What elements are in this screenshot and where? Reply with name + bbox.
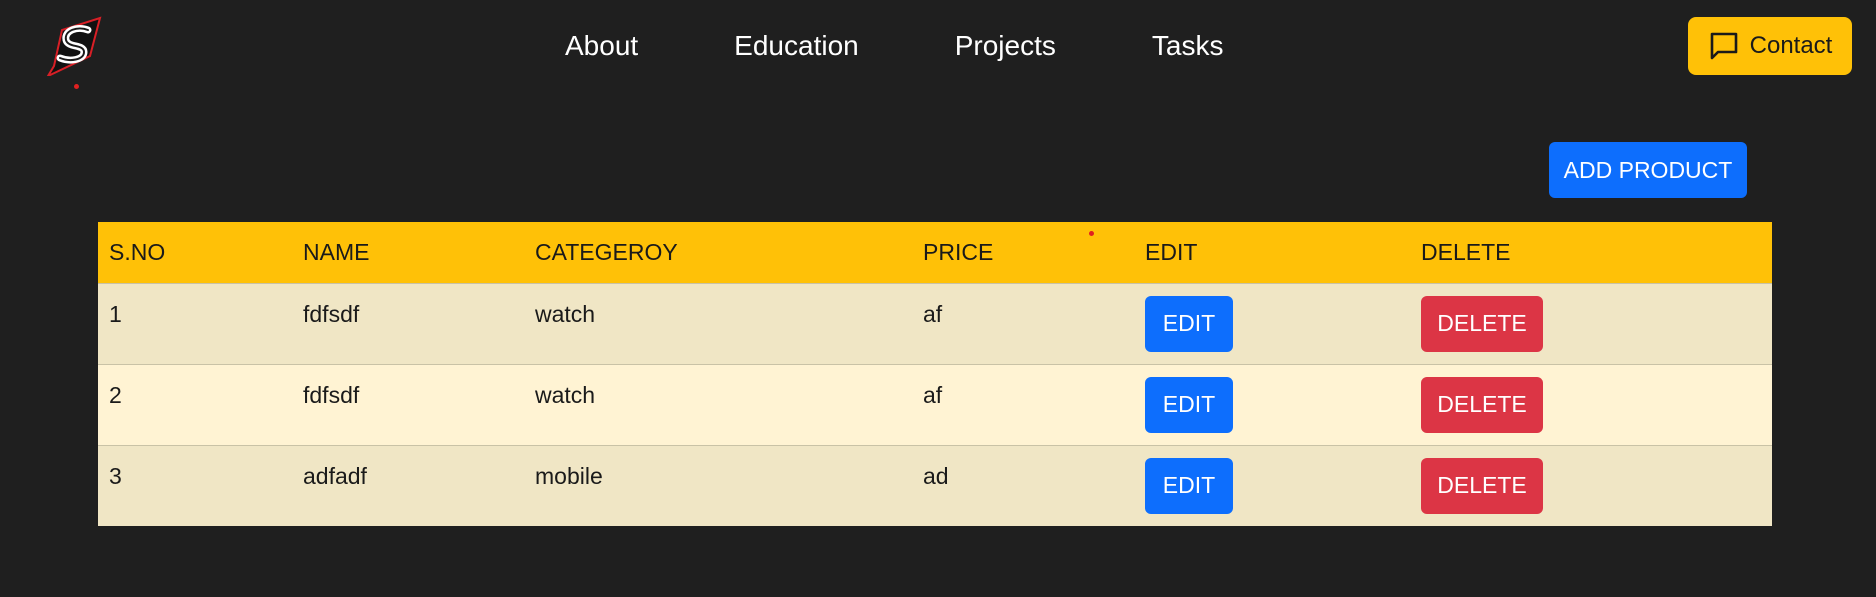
decorative-dot: [1089, 231, 1094, 236]
contact-label: Contact: [1749, 32, 1833, 59]
cell-delete: DELETE: [1410, 364, 1772, 445]
contact-button[interactable]: Contact: [1688, 17, 1852, 75]
cell-name: adfadf: [303, 462, 367, 489]
cell-edit: EDIT: [1134, 364, 1410, 445]
logo-dot: [74, 84, 79, 89]
nav-tasks[interactable]: Tasks: [1152, 28, 1224, 64]
delete-button[interactable]: DELETE: [1421, 376, 1543, 433]
cell-price: af: [923, 300, 943, 327]
brand-logo[interactable]: [44, 16, 106, 79]
cell-sno: 3: [109, 462, 122, 489]
edit-button[interactable]: EDIT: [1145, 376, 1233, 433]
cell-price: af: [923, 381, 943, 408]
table-row: 3 adfadf mobile ad EDIT DELETE: [98, 445, 1772, 526]
nav-projects[interactable]: Projects: [955, 28, 1056, 64]
table-row: 1 fdfsdf watch af EDIT DELETE: [98, 283, 1772, 364]
cell-name: fdfsdf: [303, 381, 360, 408]
cell-edit: EDIT: [1134, 283, 1410, 364]
products-table: S.NO NAME CATEGEROY PRICE EDIT DELETE 1 …: [98, 222, 1772, 526]
products-table-container: S.NO NAME CATEGEROY PRICE EDIT DELETE 1 …: [98, 222, 1772, 526]
main-nav: About Education Projects Tasks: [565, 28, 1223, 64]
nav-about[interactable]: About: [565, 28, 638, 64]
nav-education[interactable]: Education: [734, 28, 859, 64]
edit-button[interactable]: EDIT: [1145, 457, 1233, 514]
delete-button[interactable]: DELETE: [1421, 295, 1543, 352]
header-delete: DELETE: [1421, 238, 1511, 265]
edit-button[interactable]: EDIT: [1145, 295, 1233, 352]
cell-price: ad: [923, 462, 949, 489]
table-header-row: S.NO NAME CATEGEROY PRICE EDIT DELETE: [98, 222, 1772, 283]
cell-category: mobile: [535, 462, 603, 489]
cell-name: fdfsdf: [303, 300, 360, 327]
cell-sno: 1: [109, 300, 122, 327]
add-product-button[interactable]: ADD PRODUCT: [1549, 142, 1747, 198]
header-name: NAME: [303, 238, 370, 265]
cell-delete: DELETE: [1410, 445, 1772, 526]
header-edit: EDIT: [1145, 238, 1198, 265]
table-body: 1 fdfsdf watch af EDIT DELETE 2 fdfsdf w…: [98, 283, 1772, 526]
table-row: 2 fdfsdf watch af EDIT DELETE: [98, 364, 1772, 445]
cell-edit: EDIT: [1134, 445, 1410, 526]
cell-delete: DELETE: [1410, 283, 1772, 364]
header-price: PRICE: [923, 238, 994, 265]
table-header: S.NO NAME CATEGEROY PRICE EDIT DELETE: [98, 222, 1772, 283]
page: About Education Projects Tasks Contact A…: [0, 0, 1876, 597]
header-category: CATEGEROY: [535, 238, 678, 265]
header-sno: S.NO: [109, 238, 166, 265]
delete-button[interactable]: DELETE: [1421, 457, 1543, 514]
chat-bubble-icon: [1710, 32, 1737, 60]
cell-category: watch: [535, 300, 596, 327]
cell-sno: 2: [109, 381, 122, 408]
logo-s-icon: [45, 16, 102, 79]
cell-category: watch: [535, 381, 596, 408]
